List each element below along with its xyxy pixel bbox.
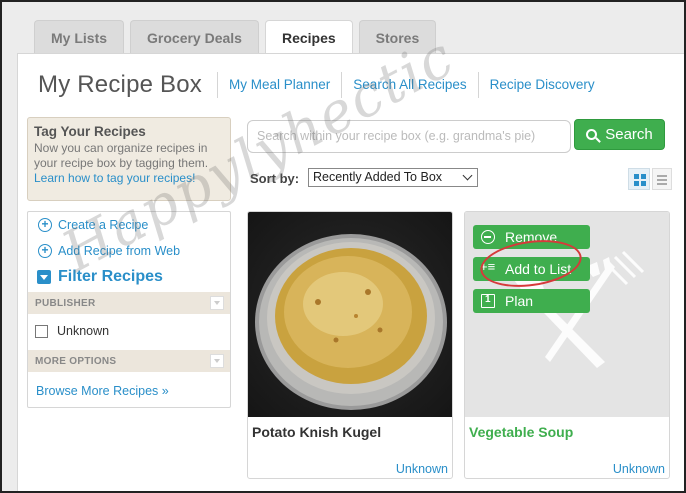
list-view-toggle[interactable] xyxy=(652,168,672,190)
more-options-section-bar[interactable]: MORE OPTIONS xyxy=(28,350,230,372)
add-to-list-label: Add to List xyxy=(505,261,572,277)
recipe-image-placeholder[interactable]: Remove Add to List Plan xyxy=(465,212,669,417)
grid-icon-cell xyxy=(641,174,646,179)
header-links: My Meal Planner Search All Recipes Recip… xyxy=(217,72,606,98)
recipe-source-link[interactable]: Unknown xyxy=(613,462,665,476)
tab-grocery-deals[interactable]: Grocery Deals xyxy=(130,20,259,54)
link-recipe-discovery[interactable]: Recipe Discovery xyxy=(477,72,606,98)
tag-box-title: Tag Your Recipes xyxy=(34,124,146,139)
main-panel: My Recipe Box My Meal Planner Search All… xyxy=(17,53,684,491)
more-options-label: MORE OPTIONS xyxy=(35,355,117,367)
link-search-all-recipes[interactable]: Search All Recipes xyxy=(341,72,477,98)
add-list-icon xyxy=(480,259,495,276)
plan-button[interactable]: Plan xyxy=(473,289,590,313)
filter-recipes-header[interactable]: Filter Recipes xyxy=(28,264,230,290)
sort-select[interactable]: Recently Added To Box xyxy=(308,168,478,187)
recipe-image[interactable] xyxy=(248,212,452,417)
calendar-icon xyxy=(481,294,495,308)
filter-recipes-title: Filter Recipes xyxy=(58,268,163,285)
left-sidebar: + Create a Recipe + Add Recipe from Web … xyxy=(27,211,231,408)
add-to-list-button[interactable]: Add to List xyxy=(473,257,590,281)
browse-more-recipes-link[interactable]: Browse More Recipes » xyxy=(28,372,230,398)
sort-by-label: Sort by: xyxy=(250,171,300,186)
publisher-unknown-checkbox[interactable] xyxy=(35,324,48,338)
sort-selected-value: Recently Added To Box xyxy=(313,170,443,184)
screenshot-frame: My Lists Grocery Deals Recipes Stores My… xyxy=(0,0,686,493)
add-recipe-from-web-button[interactable]: + Add Recipe from Web xyxy=(28,238,230,264)
search-button[interactable]: Search xyxy=(574,119,665,150)
top-tabs: My Lists Grocery Deals Recipes Stores xyxy=(34,20,437,55)
recipe-source-link[interactable]: Unknown xyxy=(396,462,448,476)
chevron-down-icon xyxy=(462,170,473,181)
tab-recipes[interactable]: Recipes xyxy=(264,20,353,55)
search-button-label: Search xyxy=(605,126,653,143)
plan-label: Plan xyxy=(505,293,534,309)
grid-icon-cell xyxy=(634,181,639,186)
recipe-name[interactable]: Potato Knish Kugel xyxy=(248,417,452,445)
kugel-photo xyxy=(255,234,447,410)
minus-circle-icon xyxy=(481,230,495,244)
recipe-name[interactable]: Vegetable Soup xyxy=(465,417,669,445)
remove-button[interactable]: Remove xyxy=(473,225,590,249)
search-input[interactable]: Search within your recipe box (e.g. gran… xyxy=(247,120,571,153)
grid-icon xyxy=(634,174,639,179)
collapse-arrow-icon xyxy=(37,270,51,284)
tab-stores[interactable]: Stores xyxy=(358,20,437,54)
link-my-meal-planner[interactable]: My Meal Planner xyxy=(217,72,341,98)
tag-box-text: Now you can organize recipes in your rec… xyxy=(34,141,209,170)
recipe-card[interactable]: Potato Knish Kugel Unknown xyxy=(247,211,453,479)
publisher-label: PUBLISHER xyxy=(35,297,96,309)
page-title: My Recipe Box xyxy=(38,71,202,98)
plus-circle-icon: + xyxy=(38,244,52,258)
list-icon-line xyxy=(657,183,667,185)
chevron-down-icon[interactable] xyxy=(210,354,224,368)
list-icon-line xyxy=(657,179,667,181)
list-icon xyxy=(657,175,667,177)
publisher-option-unknown[interactable]: Unknown xyxy=(28,314,230,348)
tag-recipes-box: Tag Your Recipes Now you can organize re… xyxy=(27,117,231,201)
recipe-card[interactable]: Remove Add to List Plan Vegetable Soup U… xyxy=(464,211,670,479)
create-recipe-button[interactable]: + Create a Recipe xyxy=(28,212,230,238)
tab-my-lists[interactable]: My Lists xyxy=(34,20,125,54)
tag-box-learn-link[interactable]: Learn how to tag your recipes! xyxy=(34,171,224,186)
grid-view-toggle[interactable] xyxy=(628,168,650,190)
search-icon xyxy=(586,129,598,140)
create-recipe-label: Create a Recipe xyxy=(58,218,149,232)
publisher-section-bar[interactable]: PUBLISHER xyxy=(28,292,230,314)
publisher-unknown-label: Unknown xyxy=(57,324,110,338)
chevron-down-icon[interactable] xyxy=(210,296,224,310)
remove-label: Remove xyxy=(505,229,558,245)
grid-icon-cell xyxy=(641,181,646,186)
plus-circle-icon: + xyxy=(38,218,52,232)
add-recipe-from-web-label: Add Recipe from Web xyxy=(58,244,181,258)
